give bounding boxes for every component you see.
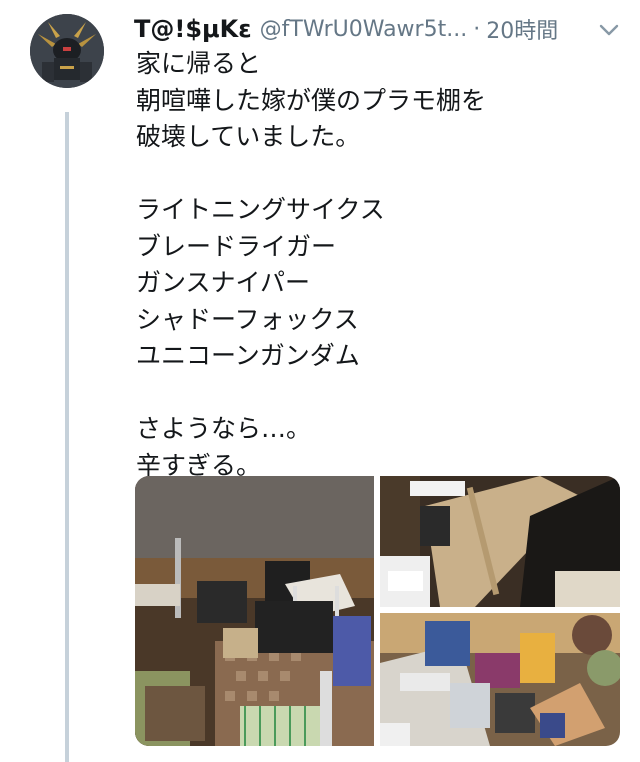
media-grid — [135, 476, 620, 746]
separator-dot: · — [473, 16, 481, 42]
user-handle[interactable]: @fTWrU0Wawr5t... — [260, 17, 468, 42]
avatar-robot-image — [30, 14, 104, 88]
display-name[interactable]: T@!$μKε — [134, 15, 252, 43]
photo-broken-shelf[interactable] — [380, 476, 620, 607]
avatar[interactable] — [30, 14, 104, 88]
tweet-header: T@!$μKε @fTWrU0Wawr5t... · 20時間 — [134, 12, 624, 46]
timestamp[interactable]: 20時間 — [486, 13, 558, 45]
photo-model-boxes[interactable] — [380, 613, 620, 746]
thread-line — [65, 112, 69, 762]
photo-room-floor[interactable] — [135, 476, 374, 746]
chevron-down-icon[interactable] — [598, 22, 620, 38]
tweet-text: 家に帰ると 朝喧嘩した嫁が僕のプラモ棚を 破壊していました。 ライトニングサイク… — [136, 49, 487, 480]
